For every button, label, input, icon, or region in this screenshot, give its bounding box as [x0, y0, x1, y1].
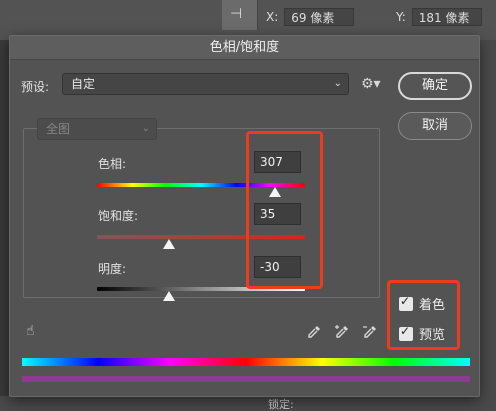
x-label: X:: [266, 10, 279, 24]
eyedropper-minus-icon[interactable]: [362, 324, 378, 340]
values-highlight: [246, 131, 323, 289]
lightness-slider-thumb[interactable]: [163, 291, 175, 301]
ok-button[interactable]: 确定: [398, 72, 472, 100]
chevron-down-icon: ⌄: [333, 78, 342, 89]
preset-label: 预设:: [21, 80, 50, 94]
lightness-label: 明度:: [98, 262, 127, 276]
output-color-band: [22, 376, 470, 382]
channel-value: 全图: [46, 122, 71, 136]
x-value: 69 像素: [284, 8, 355, 26]
saturation-slider-thumb[interactable]: [163, 239, 175, 249]
hue-saturation-dialog: 色相/饱和度 预设: 自定 ⌄ ⚙▾ 确定 取消 全图 ⌄ 色相: 307 饱和…: [9, 35, 480, 397]
eyedropper-plus-icon[interactable]: [334, 324, 350, 340]
hand-target-icon[interactable]: ☝: [26, 323, 35, 339]
move-tool-icon: ⊣: [230, 6, 243, 22]
preset-select[interactable]: 自定 ⌄: [62, 73, 349, 95]
lock-label: 锁定:: [268, 398, 294, 411]
gear-icon[interactable]: ⚙▾: [361, 76, 381, 92]
adjustment-group: [23, 128, 380, 298]
input-color-band: [22, 358, 470, 366]
y-coordinate: Y: 181 像素: [396, 8, 482, 26]
hue-label: 色相:: [98, 157, 127, 171]
x-coordinate: X: 69 像素: [266, 8, 355, 26]
y-label: Y:: [396, 10, 406, 24]
options-bar: ⊣ X: 69 像素 Y: 181 像素: [0, 0, 496, 40]
eyedropper-icon[interactable]: [306, 324, 322, 340]
tool-preset-picker[interactable]: ⊣: [222, 0, 258, 30]
y-value: 181 像素: [411, 8, 482, 26]
dialog-title: 色相/饱和度: [10, 36, 479, 60]
preset-value: 自定: [71, 77, 96, 91]
cancel-button[interactable]: 取消: [398, 112, 472, 140]
checkbox-highlight: [387, 280, 460, 350]
chevron-down-icon: ⌄: [141, 123, 150, 134]
layers-lock-bar: 锁定:: [0, 396, 496, 411]
channel-select[interactable]: 全图 ⌄: [37, 118, 157, 140]
saturation-label: 饱和度:: [98, 209, 139, 223]
